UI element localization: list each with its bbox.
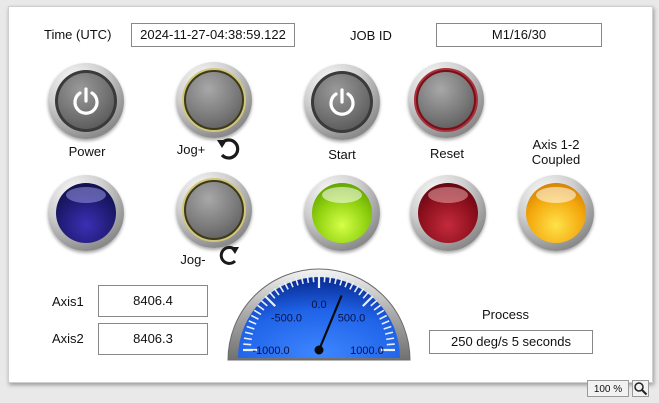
gauge-tick-label: 1000.0: [350, 345, 384, 357]
coupled-label-line1: Axis 1-2: [532, 137, 580, 152]
gauge-hub: [314, 345, 324, 355]
reset-button[interactable]: [408, 62, 484, 138]
gauge-tick-label: -500.0: [271, 312, 302, 324]
zoom-level[interactable]: 100 %: [587, 380, 629, 397]
green-indicator-light: [304, 175, 380, 251]
gauge-tick-label: -1000.0: [252, 345, 289, 357]
time-label: Time (UTC): [44, 27, 112, 42]
start-button[interactable]: [304, 64, 380, 140]
coupled-indicator-light: [518, 175, 594, 251]
jog-plus-label: Jog+: [176, 142, 206, 157]
time-field[interactable]: 2024-11-27-04:38:59.122: [131, 23, 295, 47]
jog-plus-button[interactable]: [176, 62, 252, 138]
rotate-ccw-icon: [217, 138, 240, 160]
power-icon: [329, 88, 355, 116]
gauge-tick-label: 500.0: [338, 312, 366, 324]
job-id-label: JOB ID: [350, 28, 392, 43]
axis1-field[interactable]: 8406.4: [98, 285, 208, 317]
axis2-field[interactable]: 8406.3: [98, 323, 208, 355]
jog-minus-label: Jog-: [180, 252, 206, 267]
gauge-minor-tick: [323, 274, 326, 283]
speed-gauge: -1000.0 -500.0 0.0 500.0 1000.0: [227, 268, 411, 361]
job-id-field[interactable]: M1/16/30: [436, 23, 602, 47]
start-label: Start: [328, 147, 356, 162]
jog-minus-button[interactable]: [176, 172, 252, 248]
power-label: Power: [68, 144, 106, 159]
process-field[interactable]: 250 deg/s 5 seconds: [429, 330, 593, 354]
reset-label: Reset: [430, 146, 464, 161]
magnifier-icon: [634, 382, 648, 396]
axis1-label: Axis1: [52, 294, 84, 309]
gauge-minor-tick: [243, 343, 252, 346]
power-icon: [73, 87, 99, 115]
gauge-tick-label: 0.0: [311, 299, 326, 311]
axis2-label: Axis2: [52, 331, 84, 346]
coupled-label-line2: Coupled: [531, 152, 581, 167]
blue-indicator-light: [48, 175, 124, 251]
red-indicator-light: [410, 175, 486, 251]
power-button[interactable]: [48, 63, 124, 139]
gauge-minor-tick: [312, 274, 315, 283]
process-label: Process: [482, 307, 529, 322]
gauge-minor-tick: [386, 343, 395, 346]
zoom-icon[interactable]: [632, 380, 649, 397]
